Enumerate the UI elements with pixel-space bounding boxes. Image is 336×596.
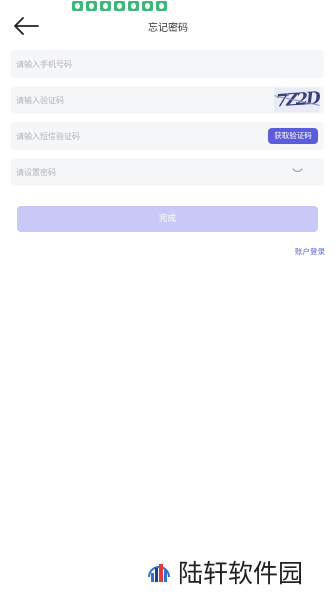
- sms-code-field[interactable]: 获取验证码: [11, 122, 324, 150]
- password-field[interactable]: [11, 158, 324, 186]
- phone-input[interactable]: [16, 50, 246, 78]
- get-sms-code-button[interactable]: 获取验证码: [268, 128, 318, 144]
- watermark-text: 陆轩软件园: [178, 559, 304, 588]
- sms-code-input[interactable]: [16, 122, 246, 150]
- captcha-input[interactable]: [16, 86, 246, 114]
- password-input[interactable]: [16, 158, 246, 186]
- app-notification-icon: [100, 1, 111, 11]
- eye-closed-icon[interactable]: [292, 167, 303, 175]
- watermark: 陆轩软件园: [146, 556, 303, 588]
- submit-button[interactable]: 完成: [17, 206, 318, 232]
- app-notification-icon: [86, 1, 97, 11]
- app-notification-icon: [72, 1, 83, 11]
- captcha-field[interactable]: 7Z2D: [11, 86, 324, 114]
- app-notification-icon: [114, 1, 125, 11]
- status-bar-icons: [72, 1, 167, 11]
- app-notification-icon: [128, 1, 139, 11]
- page-title: 忘记密码: [148, 23, 188, 34]
- captcha-image[interactable]: 7Z2D: [274, 88, 320, 112]
- phone-field[interactable]: [11, 50, 324, 78]
- app-notification-icon: [156, 1, 167, 11]
- account-login-link[interactable]: 账户登录: [295, 246, 325, 257]
- app-notification-icon: [142, 1, 153, 11]
- building-logo-icon: [148, 564, 170, 582]
